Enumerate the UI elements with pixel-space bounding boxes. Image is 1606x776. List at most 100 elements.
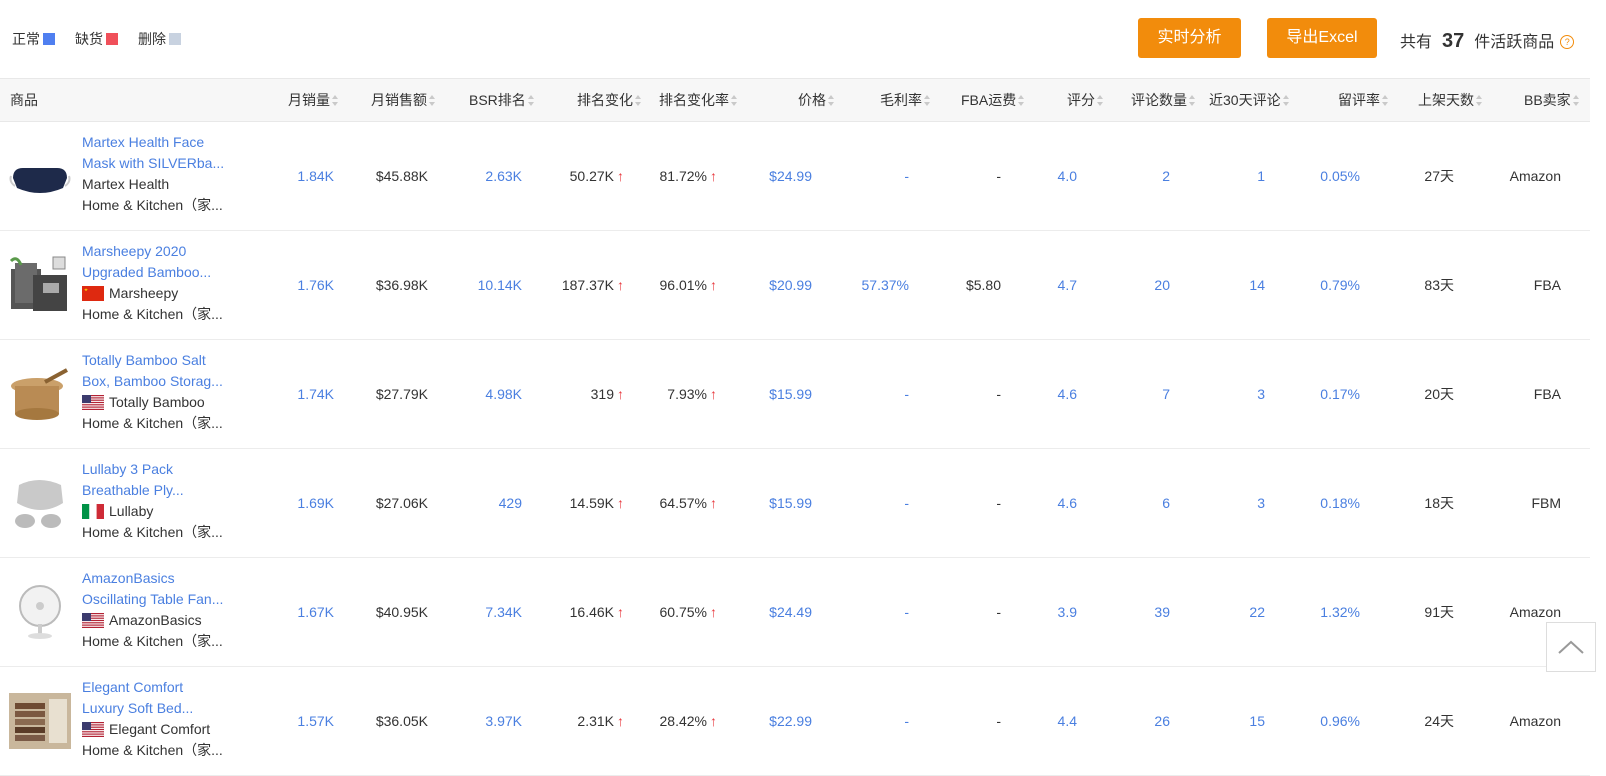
cell-gross-margin: - — [904, 386, 909, 402]
table-row[interactable]: Totally Bamboo Salt Box, Bamboo Storag..… — [0, 340, 1590, 449]
product-category: Home & Kitchen（家... — [82, 633, 223, 649]
mask-grey-icon[interactable] — [9, 473, 71, 533]
cell-price: $24.99 — [769, 168, 812, 184]
table-row[interactable]: Martex Health Face Mask with SILVERba...… — [0, 122, 1590, 231]
product-info: Lullaby 3 Pack Breathable Ply... Lullaby… — [82, 459, 252, 543]
realtime-analysis-button[interactable]: 实时分析 — [1138, 18, 1241, 58]
product-title[interactable]: Lullaby 3 Pack Breathable Ply... — [82, 459, 252, 501]
col-reviews-30d[interactable]: 近30天评论 — [1209, 79, 1289, 121]
cell-reviews-30d[interactable]: 22 — [1249, 558, 1265, 666]
sort-icon — [1018, 95, 1025, 107]
cell-monthly-revenue: $45.88K — [375, 168, 428, 184]
back-to-top-button[interactable] — [1546, 622, 1596, 672]
table-row[interactable]: Lullaby 3 Pack Breathable Ply... Lullaby… — [0, 449, 1590, 558]
product-title[interactable]: AmazonBasics Oscillating Table Fan... — [82, 568, 252, 610]
product-title[interactable]: Totally Bamboo Salt Box, Bamboo Storag..… — [82, 350, 252, 392]
product-brand: Totally Bamboo — [82, 392, 252, 413]
charcoal-bags-icon[interactable] — [9, 255, 71, 315]
bamboo-box-icon[interactable] — [9, 364, 71, 424]
table-row[interactable]: Marsheepy 2020 Upgraded Bamboo... Marshe… — [0, 231, 1590, 340]
col-bsr-rank[interactable]: BSR排名 — [469, 79, 534, 121]
cell-review-count[interactable]: 2 — [1162, 122, 1170, 230]
bed-sheets-icon[interactable] — [9, 691, 71, 751]
product-title[interactable]: Elegant Comfort Luxury Soft Bed... — [82, 677, 252, 719]
cell-monthly-revenue: $40.95K — [375, 604, 428, 620]
cell-review-count[interactable]: 26 — [1154, 667, 1170, 775]
arrow-up-icon: ↑ — [710, 713, 717, 729]
col-product: 商品 — [10, 92, 38, 108]
cell-monthly-revenue: $36.98K — [375, 277, 428, 293]
cell-days-listed: 91天 — [1424, 604, 1454, 620]
cell-reviews-30d[interactable]: 15 — [1249, 667, 1265, 775]
cell-review-count[interactable]: 20 — [1154, 231, 1170, 339]
cell-rating: 4.6 — [1057, 386, 1077, 402]
product-info: AmazonBasics Oscillating Table Fan... Am… — [82, 568, 252, 652]
arrow-up-icon: ↑ — [617, 168, 624, 184]
mask-navy-icon[interactable] — [9, 146, 71, 206]
product-brand: Marsheepy — [82, 283, 252, 304]
cell-review-rate: 0.96% — [1320, 713, 1360, 729]
product-title[interactable]: Marsheepy 2020 Upgraded Bamboo... — [82, 241, 252, 283]
cell-fba-fee: - — [996, 168, 1001, 184]
table-row[interactable]: Elegant Comfort Luxury Soft Bed... Elega… — [0, 667, 1590, 776]
cell-review-count[interactable]: 7 — [1162, 340, 1170, 448]
cell-reviews-30d[interactable]: 14 — [1249, 231, 1265, 339]
table-fan-icon[interactable] — [9, 582, 71, 642]
arrow-up-icon: ↑ — [617, 277, 624, 293]
cell-monthly-sales: 1.76K — [297, 277, 334, 293]
col-gross-margin[interactable]: 毛利率 — [880, 79, 930, 121]
flag-us-icon — [82, 395, 104, 410]
col-rank-change[interactable]: 排名变化 — [577, 79, 641, 121]
flag-us-icon — [82, 722, 104, 737]
cell-bsr-rank[interactable]: 4.98K — [485, 340, 522, 448]
arrow-up-icon: ↑ — [617, 604, 624, 620]
col-price[interactable]: 价格 — [798, 79, 834, 121]
cell-bsr-rank[interactable]: 2.63K — [485, 122, 522, 230]
cell-rating: 4.0 — [1057, 168, 1077, 184]
cell-review-count[interactable]: 6 — [1162, 449, 1170, 557]
cell-price: $15.99 — [769, 386, 812, 402]
cell-reviews-30d[interactable]: 3 — [1257, 340, 1265, 448]
col-rank-change-rate[interactable]: 排名变化率 — [659, 79, 737, 121]
cell-bsr-rank[interactable]: 10.14K — [478, 231, 522, 339]
col-review-count[interactable]: 评论数量 — [1131, 79, 1195, 121]
cell-rank-change: 16.46K ↑ — [569, 604, 624, 620]
cell-rating: 4.7 — [1057, 277, 1077, 293]
cell-fba-fee: $5.80 — [965, 277, 1001, 293]
cell-monthly-revenue: $27.06K — [375, 495, 428, 511]
col-days-listed[interactable]: 上架天数 — [1418, 79, 1482, 121]
export-excel-button[interactable]: 导出Excel — [1267, 18, 1377, 58]
cell-bsr-rank[interactable]: 7.34K — [485, 558, 522, 666]
cell-days-listed: 27天 — [1424, 168, 1454, 184]
cell-rank-change-rate: 64.57% ↑ — [659, 495, 717, 511]
col-rating[interactable]: 评分 — [1067, 79, 1103, 121]
cell-reviews-30d[interactable]: 3 — [1257, 449, 1265, 557]
col-bb-seller[interactable]: BB卖家 — [1524, 79, 1579, 121]
cell-bsr-rank[interactable]: 429 — [499, 449, 522, 557]
cell-reviews-30d[interactable]: 1 — [1257, 122, 1265, 230]
cell-price: $24.49 — [769, 604, 812, 620]
cell-rank-change-rate: 60.75% ↑ — [659, 604, 717, 620]
cell-rank-change-rate: 96.01% ↑ — [659, 277, 717, 293]
arrow-up-icon: ↑ — [710, 604, 717, 620]
cell-gross-margin: - — [904, 604, 909, 620]
table-row[interactable]: AmazonBasics Oscillating Table Fan... Am… — [0, 558, 1590, 667]
legend-normal: 正常 — [12, 29, 55, 49]
help-icon[interactable]: ? — [1560, 35, 1575, 49]
legend-normal-label: 正常 — [12, 31, 40, 47]
cell-bsr-rank[interactable]: 3.97K — [485, 667, 522, 775]
col-review-rate[interactable]: 留评率 — [1338, 79, 1388, 121]
status-legend: 正常 缺货 删除 — [12, 29, 201, 49]
col-monthly-sales[interactable]: 月销量 — [288, 79, 338, 121]
col-fba-fee[interactable]: FBA运费 — [961, 79, 1025, 121]
cell-fba-fee: - — [996, 713, 1001, 729]
product-info: Totally Bamboo Salt Box, Bamboo Storag..… — [82, 350, 252, 434]
cell-review-count[interactable]: 39 — [1154, 558, 1170, 666]
arrow-up-icon: ↑ — [710, 168, 717, 184]
cell-fba-fee: - — [996, 604, 1001, 620]
product-title[interactable]: Martex Health Face Mask with SILVERba... — [82, 132, 252, 174]
cell-days-listed: 83天 — [1424, 277, 1454, 293]
col-monthly-revenue[interactable]: 月销售额 — [371, 79, 435, 121]
cell-days-listed: 20天 — [1424, 386, 1454, 402]
product-info: Elegant Comfort Luxury Soft Bed... Elega… — [82, 677, 252, 761]
